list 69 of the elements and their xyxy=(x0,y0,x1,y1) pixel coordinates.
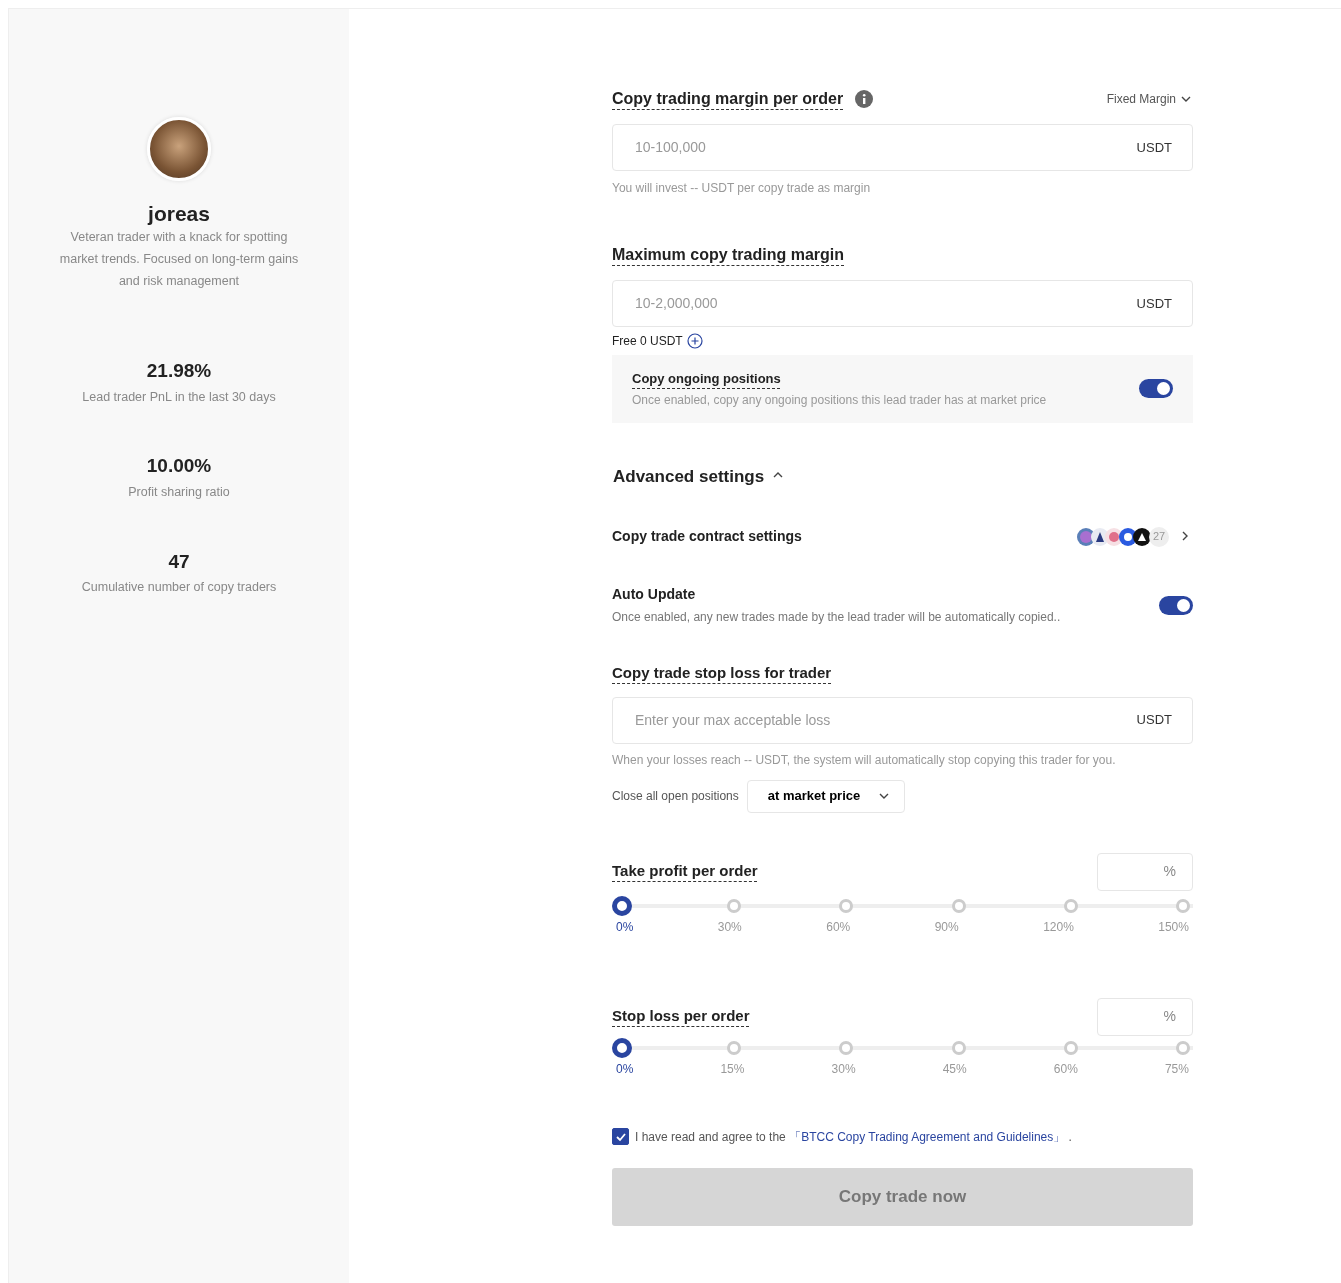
info-icon xyxy=(855,90,874,108)
contract-count: 27 xyxy=(1149,526,1169,547)
slider-mark-label: 30% xyxy=(717,918,742,936)
text-input[interactable]: Enter your max acceptable loss xyxy=(633,708,1137,732)
option-description: Once enabled, copy any ongoing positions this lead trader has at market price xyxy=(632,391,1047,409)
helper-text: When your losses reach -- USDT, the system will automatically stop copying this trader for you. xyxy=(612,751,1117,769)
slider-thumb[interactable] xyxy=(612,895,632,916)
max-margin-input[interactable]: 10-2,000,000 USDT xyxy=(612,280,1193,327)
trader-bio: Veteran trader with a knack for spotting market trends. Focused on long-term gains and risk management xyxy=(58,229,300,291)
slider-tick xyxy=(1063,1040,1078,1055)
slider-tick xyxy=(1176,1040,1190,1055)
unit-label: USDT xyxy=(1136,711,1172,730)
helper-text: You will invest -- USDT per copy trade as margin xyxy=(612,180,872,197)
section-title: Copy trading margin per order xyxy=(612,89,844,109)
agreement-link[interactable]: 「BTCC Copy Trading Agreement and Guidelines」 xyxy=(789,1129,1066,1144)
slider-tick xyxy=(951,1040,966,1055)
stop-loss-input[interactable]: Enter your max acceptable loss USDT xyxy=(612,696,1193,744)
option-title: Auto Update xyxy=(612,585,697,604)
agreement-checkbox[interactable] xyxy=(612,1128,629,1145)
avatar-image xyxy=(147,117,211,181)
section-title: Maximum copy trading margin xyxy=(612,245,845,265)
toggle-switch[interactable] xyxy=(1159,595,1193,615)
stat-label: Cumulative number of copy traders xyxy=(81,579,277,597)
trader-name: joreas xyxy=(148,201,210,227)
slider-mark-label: 30% xyxy=(831,1060,856,1078)
percent-input[interactable]: % xyxy=(1097,852,1193,891)
advanced-settings-toggle[interactable]: Advanced settings xyxy=(612,462,788,490)
margin-input[interactable]: 10-100,000 USDT xyxy=(612,124,1193,171)
option-title: Copy ongoing positions xyxy=(632,371,781,386)
slider-mark-label: 15% xyxy=(720,1060,745,1078)
slider-tick xyxy=(839,898,854,913)
section-title: Stop loss per order xyxy=(612,1006,750,1027)
section-title: Take profit per order xyxy=(612,861,758,882)
stat-label: Profit sharing ratio xyxy=(128,483,230,501)
stat-label: Lead trader PnL in the last 30 days xyxy=(82,388,276,406)
margin-mode-dropdown[interactable]: Fixed Margin xyxy=(1105,89,1193,109)
slider-mark-label: 0% xyxy=(616,918,634,936)
contract-settings-row[interactable]: Copy trade contract settings 27 xyxy=(612,526,1193,547)
text-input[interactable]: 10-2,000,000 xyxy=(633,292,1137,315)
slider-mark-label: 75% xyxy=(1164,1060,1189,1078)
toggle-switch[interactable] xyxy=(1139,379,1173,399)
slider-tick xyxy=(951,898,966,913)
slider-mark-label: 60% xyxy=(1053,1060,1078,1078)
agreement-text: I have read and agree to the 「BTCC Copy Trading Agreement and Guidelines」 . xyxy=(635,1128,1072,1146)
close-mode-dropdown[interactable]: at market price xyxy=(746,779,906,813)
option-description: Once enabled, any new trades made by the lead trader will be automatically copied.. xyxy=(612,609,1061,626)
stat-value: 47 xyxy=(168,549,190,574)
percent-input[interactable]: % xyxy=(1097,997,1193,1036)
slider-thumb[interactable] xyxy=(612,1037,632,1058)
unit-label: USDT xyxy=(1136,138,1172,157)
slider-mark-label: 60% xyxy=(826,918,851,936)
slider-mark-label: 45% xyxy=(942,1060,967,1078)
slider-tick xyxy=(839,1040,854,1055)
close-positions-label: Close all open positions xyxy=(612,788,739,805)
stat-value: 10.00% xyxy=(146,454,212,479)
stat-value: 21.98% xyxy=(146,359,212,384)
slider-mark-label: 120% xyxy=(1043,918,1074,936)
text-input[interactable]: 10-100,000 xyxy=(633,136,1137,159)
free-balance: Free 0 USDT xyxy=(612,333,683,350)
slider-mark-label: 90% xyxy=(934,918,959,936)
slider-tick xyxy=(1063,898,1078,913)
slider-tick xyxy=(727,898,742,913)
slider-tick xyxy=(727,1040,742,1055)
slider-mark-label: 0% xyxy=(616,1060,634,1078)
slider-mark-label: 150% xyxy=(1158,918,1189,936)
section-title: Copy trade stop loss for trader xyxy=(612,663,832,683)
slider-tick xyxy=(1176,898,1190,913)
unit-label: USDT xyxy=(1136,294,1172,313)
add-icon[interactable] xyxy=(686,333,703,349)
